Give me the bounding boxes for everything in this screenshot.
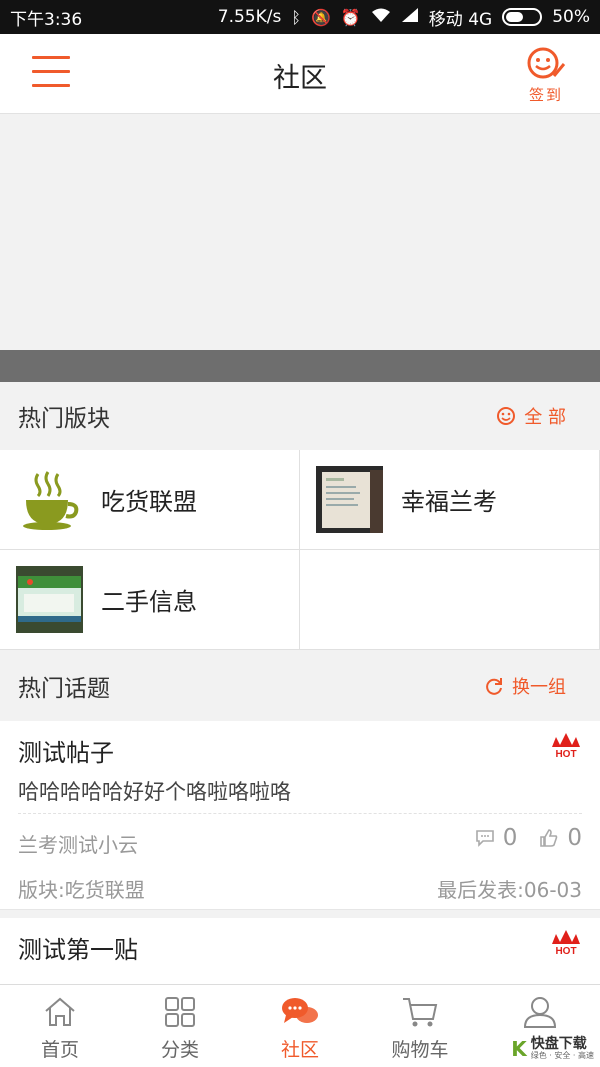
- post-excerpt: 哈哈哈哈哈好好个咯啦咯啦咯: [18, 780, 291, 804]
- battery-icon: [502, 8, 543, 26]
- forum-item[interactable]: 幸福兰考: [300, 450, 600, 550]
- post-stats: 0 0: [475, 825, 582, 851]
- grid-icon: [163, 993, 197, 1031]
- tab-label: 首页: [40, 1039, 79, 1061]
- hot-badge-text: HOT: [555, 749, 576, 759]
- page-title: 社区: [273, 63, 327, 94]
- forum-name: 二手信息: [101, 588, 197, 616]
- coffee-cup-icon: [16, 466, 83, 533]
- signal-icon: [401, 7, 419, 27]
- tab-label: 分类: [160, 1039, 199, 1061]
- post-author: 兰考测试小云: [18, 833, 138, 857]
- post-divider: [18, 813, 582, 814]
- tab-category[interactable]: 分类: [120, 985, 240, 1067]
- hot-badge-icon: HOT: [550, 930, 582, 960]
- bottom-tab-bar: 首页 分类 社区 购物车: [0, 984, 600, 1067]
- forum-name: 幸福兰考: [401, 488, 497, 516]
- status-time: 下午3:36: [10, 9, 83, 30]
- tab-label: 社区: [280, 1039, 319, 1061]
- watermark-text: 快盘下载: [530, 1036, 587, 1052]
- watermark-logo: K 快盘下载 绿色 · 安全 · 高速: [511, 1037, 594, 1061]
- forum-empty-cell: [300, 550, 600, 650]
- like-count: 0: [567, 825, 582, 851]
- smiley-pen-icon: [527, 47, 566, 79]
- hot-forums-title: 热门版块: [18, 406, 110, 432]
- post-title: 测试第一贴: [18, 936, 138, 964]
- tab-label: 购物车: [391, 1039, 449, 1061]
- hot-forums-header: 热门版块 全 部: [0, 382, 600, 450]
- bluetooth-icon: ᛒ: [291, 7, 301, 27]
- chat-bubbles-icon: [280, 993, 320, 1031]
- hot-badge-icon: HOT: [550, 733, 582, 763]
- smiley-circle-icon: [496, 406, 516, 426]
- hot-badge-text: HOT: [555, 946, 576, 956]
- signin-button[interactable]: 签到: [522, 46, 570, 105]
- all-forums-button[interactable]: 全 部: [496, 403, 582, 429]
- battery-percent: 50%: [552, 7, 590, 27]
- refresh-topics-label: 换一组: [512, 677, 566, 698]
- post-title: 测试帖子: [18, 739, 114, 767]
- all-forums-label: 全 部: [524, 407, 566, 428]
- banner-area[interactable]: [0, 115, 600, 350]
- alarm-icon: ⏰: [340, 7, 361, 27]
- signin-label: 签到: [528, 86, 563, 104]
- watermark-subtext: 绿色 · 安全 · 高速: [530, 1051, 594, 1060]
- status-right: 7.55K/s ᛒ 🔕 ⏰ 移动 4G 50%: [218, 5, 590, 30]
- hot-topics-header: 热门话题 换一组: [0, 651, 600, 721]
- forum-grid: 吃货联盟 幸福兰考 二手信息: [0, 450, 600, 650]
- status-bar: 下午3:36 7.55K/s ᛒ 🔕 ⏰ 移动 4G 50%: [0, 0, 600, 34]
- like-icon: [539, 828, 559, 848]
- topic-post[interactable]: 测试帖子 HOT 哈哈哈哈哈好好个咯啦咯啦咯 兰考测试小云 0 0 版块:吃货联…: [0, 721, 600, 910]
- tab-cart[interactable]: 购物车: [360, 985, 480, 1067]
- user-icon: [522, 993, 558, 1031]
- banner-indicator-bar: [0, 350, 600, 382]
- post-last-time: 最后发表:06-03: [437, 878, 582, 902]
- refresh-topics-button[interactable]: 换一组: [484, 673, 582, 699]
- comment-icon: [475, 829, 495, 847]
- hot-topics-title: 热门话题: [18, 676, 110, 702]
- top-nav-bar: 社区 签到: [0, 34, 600, 114]
- forum-item[interactable]: 吃货联盟: [0, 450, 300, 550]
- topic-post[interactable]: 测试第一贴 HOT: [0, 918, 600, 984]
- cart-icon: [401, 993, 439, 1031]
- tab-home[interactable]: 首页: [0, 985, 120, 1067]
- tab-community[interactable]: 社区: [240, 985, 360, 1067]
- photo-thumbnail: [16, 566, 83, 633]
- wifi-icon: [371, 7, 391, 27]
- carrier-label: 移动 4G: [428, 9, 493, 30]
- forum-item[interactable]: 二手信息: [0, 550, 300, 650]
- post-forum: 版块:吃货联盟: [18, 878, 145, 902]
- forum-name: 吃货联盟: [101, 488, 197, 516]
- photo-thumbnail: [316, 466, 383, 533]
- network-speed: 7.55K/s: [217, 7, 282, 27]
- comment-count: 0: [502, 825, 518, 851]
- home-icon: [42, 993, 78, 1031]
- mute-icon: 🔕: [310, 7, 331, 27]
- refresh-icon: [484, 676, 504, 696]
- watermark-k: K: [511, 1037, 527, 1061]
